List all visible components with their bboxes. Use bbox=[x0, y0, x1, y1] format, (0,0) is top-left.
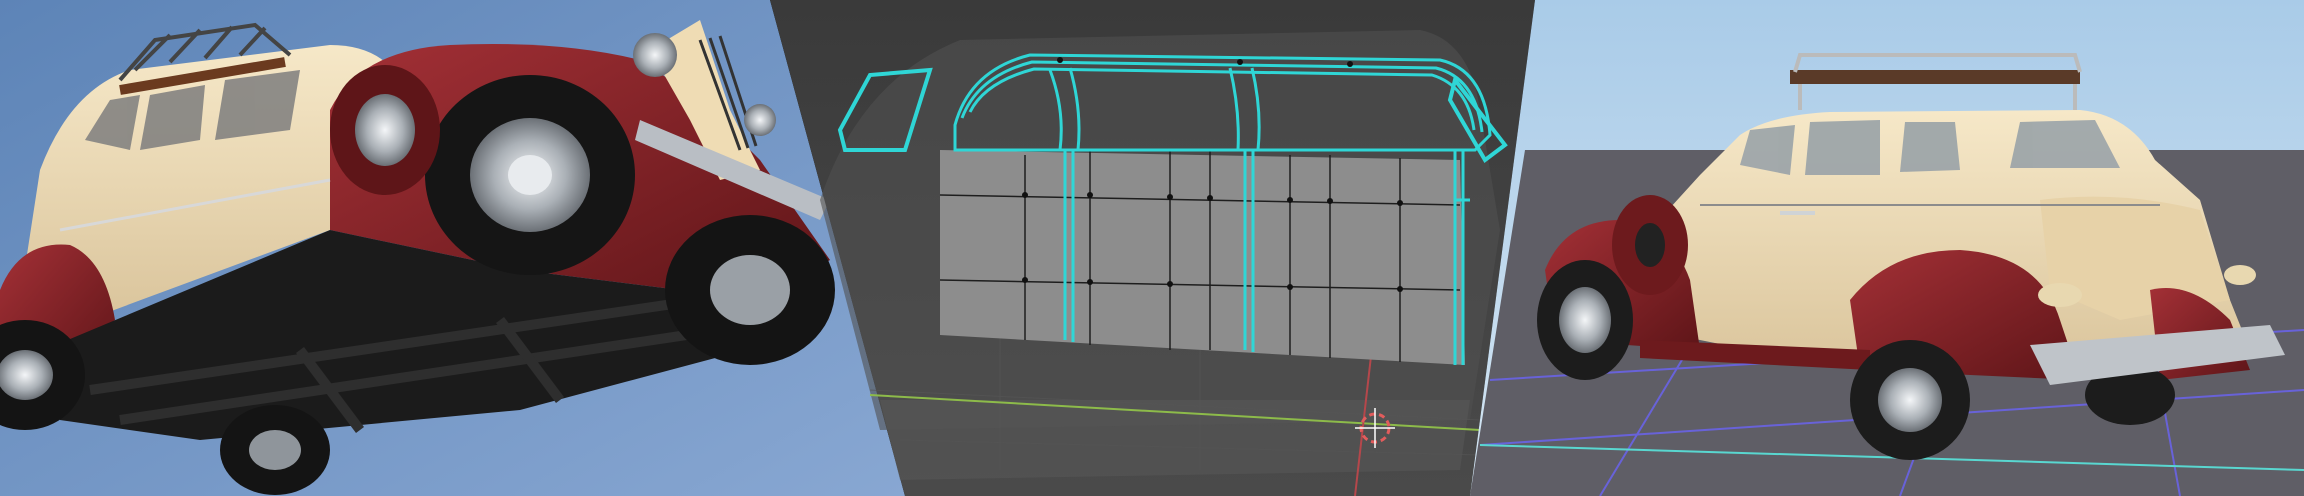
middle-panel-wireframe bbox=[770, 0, 1535, 496]
right-panel-car-rear bbox=[1470, 0, 2304, 496]
left-panel-car-underside bbox=[0, 0, 905, 496]
rear-wheel-bottom bbox=[220, 405, 330, 495]
spare-wheel-right bbox=[1612, 195, 1688, 295]
headlight-right bbox=[744, 104, 776, 136]
taillight-left bbox=[2038, 283, 2082, 307]
taillight-right bbox=[2224, 265, 2256, 285]
rear-wheel-right-view bbox=[1850, 340, 1970, 460]
door-panel-mesh bbox=[940, 150, 1465, 365]
front-wheel bbox=[425, 75, 635, 275]
front-wheel-right bbox=[1537, 260, 1633, 380]
composite-render-image bbox=[0, 0, 2304, 496]
spare-wheel bbox=[330, 65, 440, 195]
headlight-left bbox=[633, 33, 677, 77]
rear-wheel-right bbox=[665, 215, 835, 365]
